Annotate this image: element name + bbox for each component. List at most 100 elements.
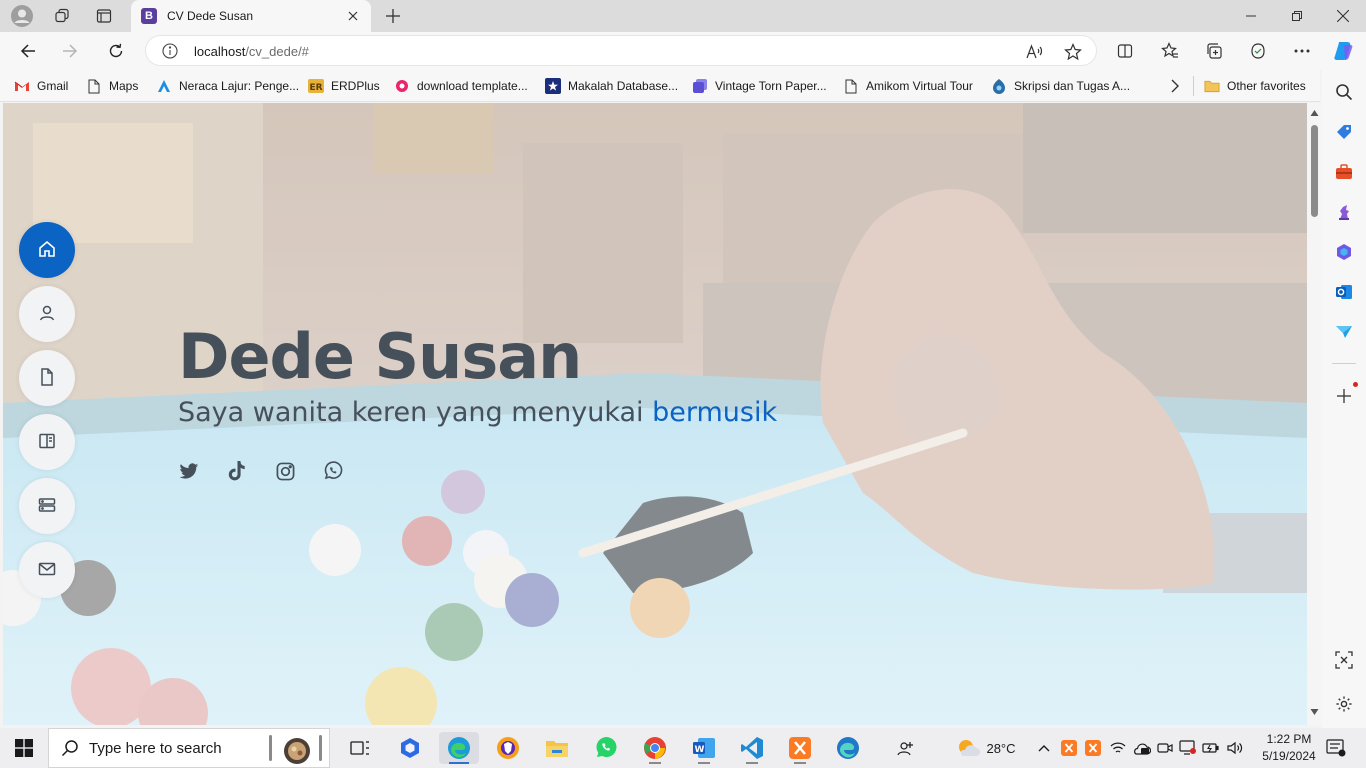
template-icon [394, 78, 410, 94]
nav-resume-button[interactable] [19, 350, 75, 406]
tab-actions-icon[interactable] [90, 4, 118, 28]
tab-cv-dede-susan[interactable]: B CV Dede Susan [131, 0, 371, 32]
xampp-tray-icon[interactable] [1060, 728, 1078, 768]
start-button[interactable] [0, 728, 48, 768]
edge-taskbar-icon[interactable] [439, 732, 479, 764]
web-page: Dede Susan Saya wanita keren yang menyuk… [3, 103, 1307, 725]
weather-widget[interactable]: 28°C [950, 728, 1022, 768]
nav-contact-button[interactable] [19, 542, 75, 598]
xampp-tray-icon-2[interactable] [1084, 728, 1102, 768]
copilot-icon[interactable] [1328, 36, 1360, 66]
copilot-app-icon[interactable] [1332, 240, 1356, 264]
bookmarks-overflow-chevron-icon[interactable] [1170, 77, 1180, 95]
instagram-icon[interactable] [274, 460, 296, 482]
more-menu-icon[interactable] [1286, 36, 1318, 66]
bookmark-label: Makalah Database... [568, 79, 679, 93]
read-aloud-icon[interactable] [1024, 42, 1044, 62]
site-info-icon[interactable] [162, 43, 178, 59]
browser-essentials-icon[interactable] [1242, 36, 1274, 66]
display-warning-icon[interactable] [1178, 728, 1198, 768]
close-tab-icon[interactable] [345, 8, 361, 24]
scroll-down-icon[interactable] [1310, 707, 1319, 716]
bookmark-gmail[interactable]: Gmail [14, 77, 68, 95]
tray-chevron-up-icon[interactable] [1036, 728, 1052, 768]
search-highlight-icon [263, 731, 327, 768]
bookmark-skripsi[interactable]: Skripsi dan Tugas A... [991, 77, 1130, 95]
notifications-icon[interactable] [1322, 728, 1350, 768]
favorites-icon[interactable] [1154, 36, 1186, 66]
sidebar-settings-gear-icon[interactable] [1332, 692, 1356, 716]
split-screen-icon[interactable] [1109, 36, 1141, 66]
outlook-icon[interactable] [1332, 280, 1356, 304]
bookmark-erdplus[interactable]: ER ERDPlus [308, 77, 380, 95]
xampp-icon[interactable] [780, 732, 820, 764]
chrome-icon[interactable] [635, 732, 675, 764]
tab-favicon: B [141, 8, 157, 24]
close-window-button[interactable] [1320, 0, 1366, 32]
volume-icon[interactable] [1225, 728, 1245, 768]
copilot-taskbar-icon[interactable] [390, 732, 430, 764]
shopping-tag-icon[interactable] [1332, 120, 1356, 144]
bookmark-label: Vintage Torn Paper... [715, 79, 827, 93]
forward-button[interactable] [54, 36, 86, 66]
clock-date: 5/19/2024 [1262, 749, 1316, 763]
battery-plug-icon[interactable] [1201, 728, 1221, 768]
bookmark-makalah-database[interactable]: Makalah Database... [545, 77, 678, 95]
hero-section: Dede Susan Saya wanita keren yang menyuk… [178, 319, 777, 482]
bookmark-vintage-torn-paper[interactable]: Vintage Torn Paper... [692, 77, 827, 95]
address-bar[interactable]: localhost/cv_dede/# [145, 35, 1097, 66]
edge-beta-icon[interactable] [828, 732, 868, 764]
refresh-button[interactable] [100, 36, 132, 66]
taskbar-clock[interactable]: 1:22 PM 5/19/2024 [1258, 731, 1320, 765]
nav-about-button[interactable] [19, 286, 75, 342]
wifi-icon[interactable] [1108, 728, 1128, 768]
bookmark-download-template[interactable]: download template... [394, 77, 528, 95]
screenshot-capture-icon[interactable] [1332, 648, 1356, 672]
scroll-up-icon[interactable] [1310, 109, 1319, 118]
file-explorer-icon[interactable] [537, 732, 577, 764]
taskbar-search-box[interactable]: Type here to search [48, 728, 330, 768]
back-button[interactable] [12, 36, 44, 66]
tiktok-icon[interactable] [226, 460, 248, 482]
onedrive-cloud-icon[interactable] [1130, 728, 1152, 768]
bookmark-label: Neraca Lajur: Penge... [179, 79, 300, 93]
word-icon[interactable]: W [684, 732, 724, 764]
page-icon [86, 78, 102, 94]
brave-browser-icon[interactable] [488, 732, 528, 764]
vscode-icon[interactable] [732, 732, 772, 764]
tools-briefcase-icon[interactable] [1332, 160, 1356, 184]
new-tab-button[interactable] [380, 4, 406, 28]
whatsapp-taskbar-icon[interactable] [586, 732, 626, 764]
favorite-star-icon[interactable] [1063, 42, 1083, 62]
nav-home-button[interactable] [19, 222, 75, 278]
twitter-icon[interactable] [178, 460, 200, 482]
hero-subtitle-text: Saya wanita keren yang menyukai [178, 397, 653, 428]
task-view-icon[interactable] [340, 732, 380, 764]
nav-portfolio-button[interactable] [19, 414, 75, 470]
restore-button[interactable] [1274, 0, 1320, 32]
bookmark-maps[interactable]: Maps [86, 77, 138, 95]
nav-services-button[interactable] [19, 478, 75, 534]
games-chess-icon[interactable] [1332, 200, 1356, 224]
profile-icon[interactable] [8, 4, 36, 28]
bookmark-neraca-lajur[interactable]: Neraca Lajur: Penge... [156, 77, 299, 95]
scrollbar-thumb[interactable] [1311, 125, 1318, 217]
people-icon[interactable] [892, 728, 920, 768]
svg-text:ER: ER [310, 83, 323, 93]
whatsapp-icon[interactable] [322, 460, 344, 482]
collections-icon[interactable] [1198, 36, 1230, 66]
minimize-button[interactable] [1228, 0, 1274, 32]
bookmark-label: download template... [417, 79, 528, 93]
favorites-bar: Gmail Maps Neraca Lajur: Penge... ER ERD… [0, 70, 1320, 102]
meet-now-icon[interactable] [1155, 728, 1175, 768]
bookmark-amikom-virtual-tour[interactable]: Amikom Virtual Tour [843, 77, 973, 95]
bookmarks-divider [1193, 76, 1194, 96]
page-scrollbar[interactable] [1307, 103, 1322, 725]
sidebar-search-icon[interactable] [1332, 80, 1356, 104]
edge-sidebar [1322, 70, 1366, 728]
book-icon [37, 431, 57, 454]
bookmark-other-favorites[interactable]: Other favorites [1204, 77, 1306, 95]
add-sidebar-app-icon[interactable] [1332, 382, 1358, 408]
workspaces-icon[interactable] [48, 4, 76, 28]
send-drop-icon[interactable] [1332, 320, 1356, 344]
